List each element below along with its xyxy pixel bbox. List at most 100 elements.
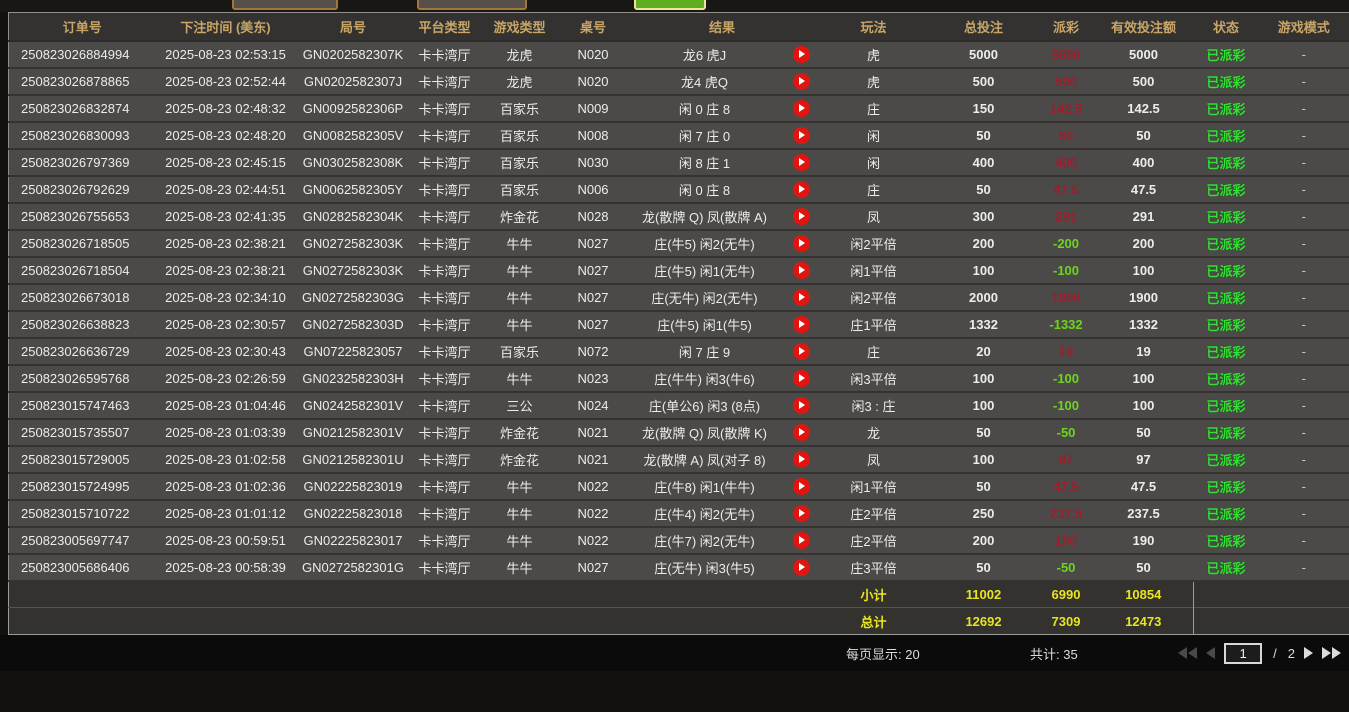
game-mode: - [1259, 230, 1349, 257]
status-badge: 已派彩 [1194, 95, 1259, 122]
replay-button[interactable] [793, 262, 810, 279]
valid-bet: 1332 [1094, 311, 1194, 338]
bet-time: 2025-08-23 01:04:46 [156, 392, 296, 419]
replay-button[interactable] [793, 100, 810, 117]
valid-bet: 400 [1094, 149, 1194, 176]
column-header-payout: 派彩 [1039, 13, 1094, 41]
round-id: GN0282582304K [296, 203, 411, 230]
replay-button[interactable] [793, 343, 810, 360]
status-badge: 已派彩 [1194, 527, 1259, 554]
payout: 47.5 [1039, 176, 1094, 203]
order-id: 250823026832874 [9, 95, 156, 122]
replay-cell [784, 392, 819, 419]
result-text: 庄(单公6) 闲3 (8点) [626, 392, 784, 419]
platform-type: 卡卡湾厅 [411, 473, 479, 500]
replay-button[interactable] [793, 505, 810, 522]
status-badge: 已派彩 [1194, 230, 1259, 257]
payout: 5000 [1039, 41, 1094, 68]
last-page-icon[interactable] [1322, 647, 1341, 659]
status-badge: 已派彩 [1194, 446, 1259, 473]
order-id: 250823026595768 [9, 365, 156, 392]
order-id: 250823015710722 [9, 500, 156, 527]
play-icon [799, 536, 805, 544]
total-bet: 1332 [929, 311, 1039, 338]
replay-button[interactable] [793, 532, 810, 549]
order-id: 250823026673018 [9, 284, 156, 311]
subtotal-row: 小计 11002 6990 10854 [9, 581, 1349, 608]
status-badge: 已派彩 [1194, 554, 1259, 581]
round-id: GN02225823019 [296, 473, 411, 500]
replay-button[interactable] [793, 46, 810, 63]
toolbar-button-2[interactable] [417, 0, 527, 10]
replay-button[interactable] [793, 289, 810, 306]
toolbar-button-confirm[interactable] [634, 0, 706, 10]
page-separator: / [1273, 646, 1277, 661]
order-id: 250823026755653 [9, 203, 156, 230]
table-no: N027 [561, 554, 626, 581]
payout: 50 [1039, 122, 1094, 149]
platform-type: 卡卡湾厅 [411, 95, 479, 122]
payout: -50 [1039, 554, 1094, 581]
replay-button[interactable] [793, 235, 810, 252]
table-no: N027 [561, 311, 626, 338]
round-id: GN02225823017 [296, 527, 411, 554]
game-type: 牛牛 [479, 554, 561, 581]
toolbar-button-1[interactable] [232, 0, 338, 10]
first-page-icon[interactable] [1178, 647, 1197, 659]
play-icon [799, 77, 805, 85]
replay-button[interactable] [793, 181, 810, 198]
page-input[interactable]: 1 [1224, 643, 1262, 664]
play-method: 虎 [819, 68, 929, 95]
game-mode: - [1259, 338, 1349, 365]
total-bet: 250 [929, 500, 1039, 527]
replay-button[interactable] [793, 424, 810, 441]
round-id: GN0272582303K [296, 230, 411, 257]
order-id: 250823015747463 [9, 392, 156, 419]
valid-bet: 500 [1094, 68, 1194, 95]
column-header-total_bet: 总投注 [929, 13, 1039, 41]
prev-page-icon[interactable] [1206, 647, 1215, 659]
replay-button[interactable] [793, 451, 810, 468]
replay-button[interactable] [793, 208, 810, 225]
total-bet: 50 [929, 176, 1039, 203]
table-no: N022 [561, 473, 626, 500]
replay-button[interactable] [793, 478, 810, 495]
replay-cell [784, 95, 819, 122]
payout: -100 [1039, 257, 1094, 284]
replay-button[interactable] [793, 127, 810, 144]
game-mode: - [1259, 446, 1349, 473]
payout: -1332 [1039, 311, 1094, 338]
replay-button[interactable] [793, 370, 810, 387]
round-id: GN0202582307J [296, 68, 411, 95]
platform-type: 卡卡湾厅 [411, 311, 479, 338]
pager: 1 / 2 [1178, 643, 1341, 664]
replay-button[interactable] [793, 559, 810, 576]
next-page-icon[interactable] [1304, 647, 1313, 659]
total-bet: 300 [929, 203, 1039, 230]
status-badge: 已派彩 [1194, 500, 1259, 527]
replay-cell [784, 527, 819, 554]
status-badge: 已派彩 [1194, 365, 1259, 392]
replay-button[interactable] [793, 316, 810, 333]
play-icon [799, 104, 805, 112]
play-icon [799, 185, 805, 193]
play-icon [799, 455, 805, 463]
replay-button[interactable] [793, 73, 810, 90]
replay-button[interactable] [793, 154, 810, 171]
total-bet: 100 [929, 446, 1039, 473]
table-no: N027 [561, 257, 626, 284]
bet-time: 2025-08-23 02:52:44 [156, 68, 296, 95]
total-bet: 50 [929, 554, 1039, 581]
order-id: 250823005697747 [9, 527, 156, 554]
grand-total-total-bet: 12692 [929, 608, 1039, 635]
order-id: 250823026636729 [9, 338, 156, 365]
bet-time: 2025-08-23 02:44:51 [156, 176, 296, 203]
replay-button[interactable] [793, 397, 810, 414]
table-row: 250823026636729 2025-08-23 02:30:43 GN07… [9, 338, 1349, 365]
table-no: N021 [561, 446, 626, 473]
column-header-game_mode: 游戏模式 [1259, 13, 1349, 41]
game-type: 牛牛 [479, 230, 561, 257]
game-type: 炸金花 [479, 419, 561, 446]
result-text: 闲 0 庄 8 [626, 176, 784, 203]
game-type: 龙虎 [479, 68, 561, 95]
